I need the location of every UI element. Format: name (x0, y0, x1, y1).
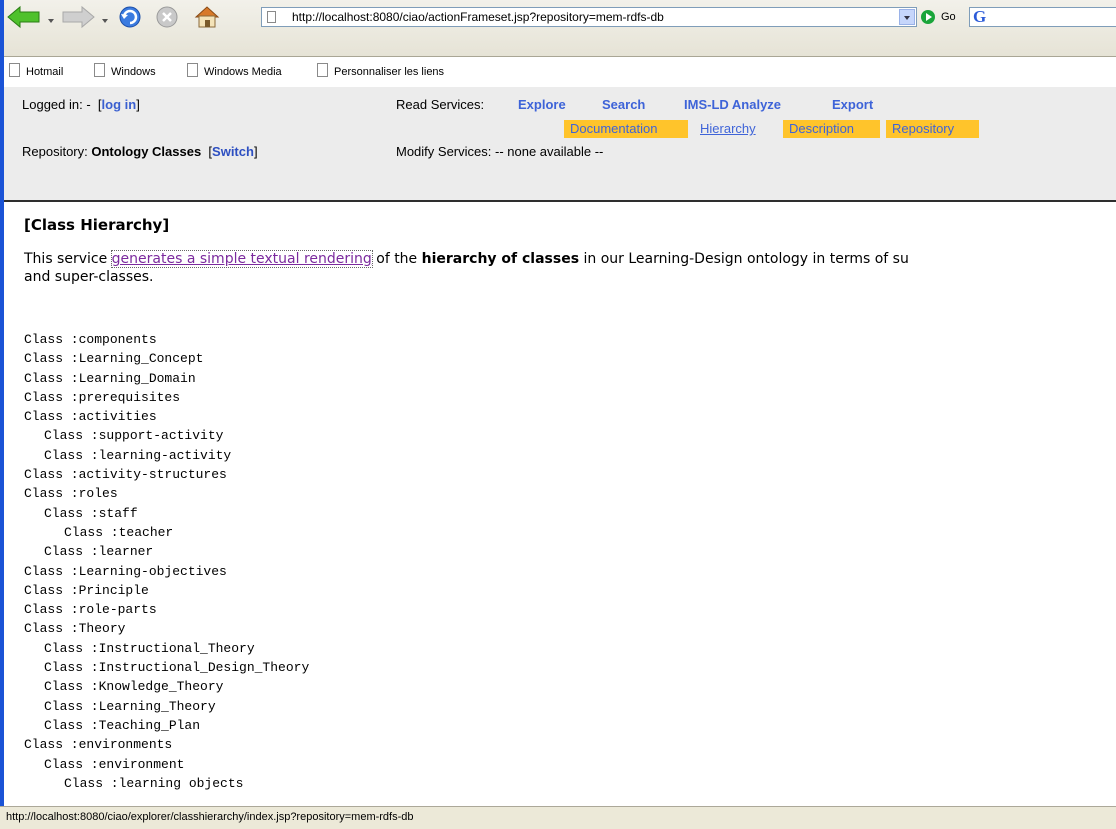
page-title: [Class Hierarchy] (24, 216, 170, 234)
hierarchy-item: Class :prerequisites (24, 389, 181, 405)
hierarchy-item: Class :learner (44, 544, 154, 560)
switch-repository-link[interactable]: Switch (212, 144, 254, 159)
hierarchy-item: Class :staff (44, 505, 138, 521)
tab-description[interactable]: Description (783, 120, 880, 138)
page-icon (317, 63, 328, 77)
hierarchy-item: Class :teacher (64, 524, 174, 540)
address-dropdown-icon[interactable] (899, 9, 915, 25)
stop-icon (156, 6, 178, 28)
home-button[interactable] (192, 5, 224, 29)
bookmark-windows-media[interactable]: Windows Media (187, 63, 282, 78)
hierarchy-item: Class :learning-activity (44, 447, 232, 463)
tab-documentation[interactable]: Documentation (564, 120, 688, 138)
logged-in-label: Logged in: - (22, 97, 91, 112)
google-search-box[interactable]: G (969, 7, 1116, 27)
desc-suffix: in our Learning-Design ontology in terms… (583, 251, 909, 267)
login-link[interactable]: log in (102, 97, 137, 112)
page-icon (94, 63, 105, 77)
hierarchy-item: Class :Theory (24, 621, 126, 637)
hierarchy-item: Class :environments (24, 737, 173, 753)
hierarchy-item: Class :Teaching_Plan (44, 717, 201, 733)
desc-prefix: This service (24, 251, 108, 267)
home-icon (194, 6, 220, 28)
modify-services: Modify Services: -- none available -- (396, 144, 603, 159)
hierarchy-item: Class :Principle (24, 582, 149, 598)
tab-hierarchy[interactable]: Hierarchy (694, 120, 774, 138)
hierarchy-item: Class :environment (44, 756, 185, 772)
back-button[interactable] (6, 5, 56, 29)
forward-dropdown-icon[interactable] (102, 19, 108, 23)
back-arrow-icon (7, 5, 40, 29)
hierarchy-item: Class :Knowledge_Theory (44, 679, 224, 695)
navigation-bar: http://localhost:8080/ciao/actionFramese… (4, 0, 1116, 34)
page-icon (187, 63, 198, 77)
hierarchy-item: Class :Learning_Concept (24, 351, 204, 367)
hierarchy-item: Class :components (24, 332, 157, 347)
hierarchy-item: Class :Learning_Theory (44, 698, 216, 714)
repository-label: Repository: (22, 144, 88, 159)
status-text: http://localhost:8080/ciao/explorer/clas… (6, 811, 414, 823)
bookmark-label: Windows Media (204, 66, 282, 78)
forward-button[interactable] (60, 5, 110, 29)
hierarchy-item: Class :support-activity (44, 428, 224, 444)
address-url[interactable]: http://localhost:8080/ciao/actionFramese… (292, 8, 664, 26)
services-header: Logged in: - [log in] Repository: Ontolo… (4, 87, 1116, 202)
main-content: [Class Hierarchy] This service generates… (4, 202, 1116, 807)
forward-arrow-icon (62, 5, 95, 29)
go-label: Go (941, 11, 956, 23)
desc-middle: of the (376, 251, 418, 267)
reload-button[interactable] (116, 5, 146, 29)
hierarchy-item: Class :activities (24, 409, 157, 425)
hierarchy-item: Class :Learning_Domain (24, 370, 196, 386)
stop-button[interactable] (154, 5, 184, 29)
page-icon (267, 11, 276, 23)
go-icon (921, 10, 935, 24)
status-bar: http://localhost:8080/ciao/explorer/clas… (0, 806, 1116, 829)
modify-services-label: Modify Services: (396, 144, 492, 159)
hierarchy-item: Class :learning objects (64, 775, 244, 791)
bookmark-windows[interactable]: Windows (94, 63, 156, 78)
class-hierarchy-list: Class :components Class :Learning_Concept… (24, 330, 309, 793)
page-icon (9, 63, 20, 77)
bookmark-customize-links[interactable]: Personnaliser les liens (317, 63, 444, 78)
tab-repository[interactable]: Repository (886, 120, 979, 138)
bookmark-label: Personnaliser les liens (334, 66, 445, 78)
read-services-label: Read Services: (396, 97, 485, 112)
repository-name: Ontology Classes (91, 144, 202, 159)
repository-info: Repository: Ontology Classes [Switch] (22, 144, 258, 159)
service-description: This service generates a simple textual … (24, 250, 1116, 286)
generate-rendering-link[interactable]: generates a simple textual rendering (110, 250, 373, 268)
hierarchy-item: Class :Instructional_Theory (44, 640, 255, 656)
hierarchy-item: Class :role-parts (24, 602, 157, 618)
hierarchy-item: Class :roles (24, 486, 118, 502)
explore-link[interactable]: Explore (518, 97, 566, 112)
hierarchy-item: Class :Instructional_Design_Theory (44, 660, 310, 676)
ims-ld-analyze-link[interactable]: IMS-LD Analyze (684, 97, 781, 112)
modify-services-value: -- none available -- (495, 144, 604, 159)
address-bar[interactable]: http://localhost:8080/ciao/actionFramese… (261, 7, 917, 27)
bookmark-label: Hotmail (26, 66, 64, 78)
export-link[interactable]: Export (832, 97, 873, 112)
bookmark-label: Windows (111, 66, 156, 78)
bookmarks-toolbar: Hotmail Windows Windows Media Personnali… (4, 58, 1116, 82)
back-dropdown-icon[interactable] (48, 19, 54, 23)
hierarchy-item: Class :activity-structures (24, 467, 227, 483)
google-icon: G (973, 7, 987, 26)
desc-bold: hierarchy of classes (421, 251, 580, 267)
hierarchy-item: Class :Learning-objectives (24, 563, 227, 579)
browser-toolbar: http://localhost:8080/ciao/actionFramese… (4, 0, 1116, 78)
search-link[interactable]: Search (602, 97, 645, 112)
reload-icon (119, 6, 141, 28)
bookmark-hotmail[interactable]: Hotmail (9, 63, 63, 78)
desc-line-2: and super-classes. (24, 269, 154, 285)
login-status: Logged in: - [log in] (22, 97, 140, 112)
